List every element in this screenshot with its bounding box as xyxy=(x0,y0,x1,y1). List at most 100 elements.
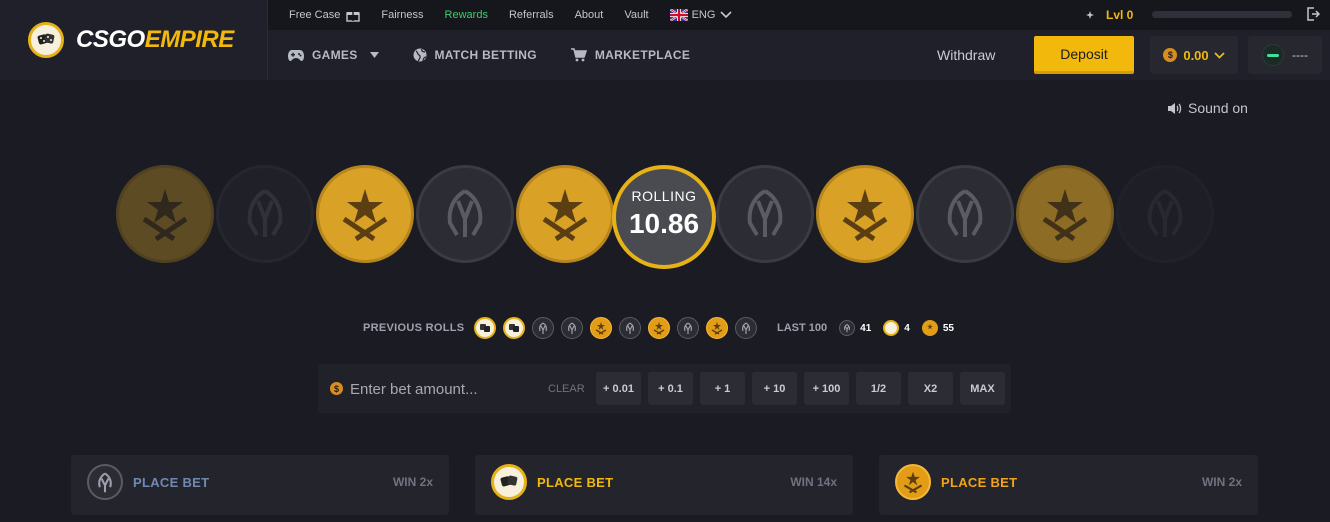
match-betting-link[interactable]: MATCH BETTING xyxy=(413,48,537,62)
win-multiplier: WIN 2x xyxy=(1201,475,1242,489)
dice-stat-icon xyxy=(883,320,900,336)
win-multiplier: WIN 2x xyxy=(392,475,433,489)
add-1-button[interactable]: + 1 xyxy=(700,372,745,405)
dice-logo-icon xyxy=(28,22,64,58)
uk-flag-icon xyxy=(669,9,688,21)
games-label: GAMES xyxy=(312,48,358,62)
referrals-link[interactable]: Referrals xyxy=(509,9,554,21)
language-label: ENG xyxy=(691,9,716,21)
games-menu[interactable]: GAMES xyxy=(288,48,379,62)
place-bet-ct-label: PLACE BET xyxy=(133,475,210,490)
t-roll-icon xyxy=(648,317,671,339)
language-selector[interactable]: ENG xyxy=(669,9,733,21)
ct-roll-icon xyxy=(677,317,700,339)
roll-status: ROLLING xyxy=(631,188,697,204)
roll-indicator: ROLLING 10.86 xyxy=(612,165,716,269)
secondary-nav: Free Case Fairness Rewards Referrals Abo… xyxy=(268,0,1330,30)
main-nav: GAMES MATCH BETTING MARKETPLACE xyxy=(288,30,724,80)
username: ---- xyxy=(1292,48,1308,62)
reel-coin-ct xyxy=(716,165,814,263)
place-bet-dice-panel[interactable]: PLACE BET WIN 14x xyxy=(475,455,853,515)
brand-name-part2: EMPIRE xyxy=(144,26,235,53)
reel-coin-ct xyxy=(916,165,1014,263)
gift-icon xyxy=(346,11,361,22)
half-button[interactable]: 1/2 xyxy=(856,372,901,405)
bet-controls: $ CLEAR + 0.01 + 0.1 + 1 + 10 + 100 1/2 … xyxy=(318,364,1011,413)
reel-coin-t xyxy=(516,165,614,263)
caret-down-icon xyxy=(369,52,379,58)
t-star-icon xyxy=(842,189,888,242)
vault-label: Vault xyxy=(624,9,649,21)
reel-coin-t xyxy=(116,165,214,263)
t-roll-icon xyxy=(706,317,729,339)
ct-emblem-icon xyxy=(87,464,123,500)
add-10-button[interactable]: + 10 xyxy=(752,372,797,405)
t-star-icon xyxy=(895,464,931,500)
place-bet-t-panel[interactable]: PLACE BET WIN 2x xyxy=(879,455,1258,515)
t-roll-icon xyxy=(590,317,613,339)
logout-button[interactable] xyxy=(1306,7,1321,26)
reel-coin-t xyxy=(316,165,414,263)
reel-coin-ct xyxy=(416,165,514,263)
ct-count: 41 xyxy=(860,322,872,334)
roll-value: 10.86 xyxy=(628,208,700,239)
previous-rolls-label: PREVIOUS ROLLS xyxy=(363,322,465,334)
rewards-label: Rewards xyxy=(444,9,488,21)
ct-roll-icon xyxy=(532,317,555,339)
sparkle-icon xyxy=(1086,11,1094,19)
brand-name: CSGOEMPIRE xyxy=(76,26,234,54)
ct-roll-icon xyxy=(735,317,758,339)
referrals-label: Referrals xyxy=(508,9,554,21)
ct-roll-icon xyxy=(561,317,584,339)
marketplace-link[interactable]: MARKETPLACE xyxy=(570,48,690,62)
globe-icon xyxy=(413,48,427,62)
ct-emblem-icon xyxy=(1147,189,1183,237)
previous-rolls: PREVIOUS ROLLS xyxy=(363,316,764,340)
free-case-label: Free Case xyxy=(289,9,341,21)
vault-link[interactable]: Vault xyxy=(624,9,648,21)
speaker-icon xyxy=(1168,102,1182,114)
last-100-stats: LAST 100 41 4 55 xyxy=(777,316,966,340)
about-link[interactable]: About xyxy=(575,9,604,21)
t-star-icon xyxy=(1042,189,1088,242)
place-bet-t-label: PLACE BET xyxy=(941,475,1018,490)
level-progress-bar xyxy=(1152,11,1292,18)
user-menu[interactable]: ---- xyxy=(1248,36,1322,74)
balance-dropdown[interactable]: $ 0.00 xyxy=(1150,36,1238,74)
sound-toggle[interactable]: Sound on xyxy=(1168,100,1248,116)
sound-label: Sound on xyxy=(1188,100,1248,116)
bet-amount-input[interactable] xyxy=(350,376,540,402)
fairness-link[interactable]: Fairness xyxy=(381,9,423,21)
add-0.1-button[interactable]: + 0.1 xyxy=(648,372,693,405)
coin-icon: $ xyxy=(1163,48,1178,62)
chevron-down-icon xyxy=(1214,51,1225,59)
rewards-link[interactable]: Rewards xyxy=(445,9,488,21)
brand-name-part1: CSGO xyxy=(76,26,145,53)
logout-icon xyxy=(1307,7,1321,21)
reel-coin-ct xyxy=(216,165,314,263)
t-count: 55 xyxy=(942,322,954,334)
win-multiplier: WIN 14x xyxy=(790,475,837,489)
place-bet-dice-label: PLACE BET xyxy=(537,475,614,490)
ct-emblem-icon xyxy=(947,189,983,237)
max-button[interactable]: MAX xyxy=(960,372,1005,405)
add-0.01-button[interactable]: + 0.01 xyxy=(596,372,641,405)
level-label: Lvl 0 xyxy=(1106,8,1134,22)
add-100-button[interactable]: + 100 xyxy=(804,372,849,405)
withdraw-button[interactable]: Withdraw xyxy=(937,47,995,63)
fairness-label: Fairness xyxy=(381,9,424,21)
reel-coin-t xyxy=(1016,165,1114,263)
cart-icon xyxy=(570,48,587,62)
logo[interactable]: CSGOEMPIRE xyxy=(0,0,268,80)
match-betting-label: MATCH BETTING xyxy=(434,48,537,62)
deposit-button[interactable]: Deposit xyxy=(1034,36,1134,74)
chevron-down-icon xyxy=(720,11,733,19)
t-star-icon xyxy=(342,189,388,242)
clear-button[interactable]: CLEAR xyxy=(548,383,585,395)
ct-stat-icon xyxy=(839,320,856,336)
free-case-link[interactable]: Free Case xyxy=(289,9,361,22)
dice-roll-icon xyxy=(503,317,526,339)
avatar xyxy=(1262,44,1284,66)
double-button[interactable]: X2 xyxy=(908,372,953,405)
place-bet-ct-panel[interactable]: PLACE BET WIN 2x xyxy=(71,455,449,515)
